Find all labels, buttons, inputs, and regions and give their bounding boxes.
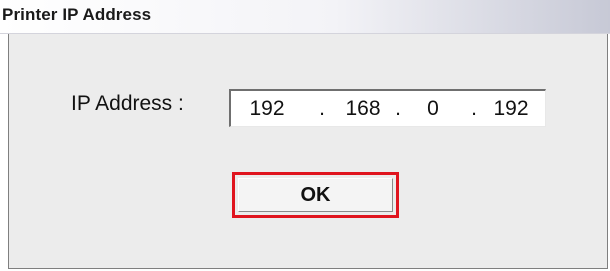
ip-separator-1: . bbox=[319, 97, 325, 120]
ip-octet-4[interactable]: 192 bbox=[489, 97, 533, 121]
ip-address-label: IP Address : bbox=[71, 92, 184, 115]
ok-button[interactable]: OK bbox=[238, 178, 393, 212]
ip-octet-3[interactable]: 0 bbox=[411, 97, 455, 121]
ip-octet-1[interactable]: 192 bbox=[245, 97, 289, 121]
ip-separator-3: . bbox=[471, 97, 477, 120]
window-title: Printer IP Address bbox=[2, 5, 152, 24]
dialog-body: IP Address : 192 . 168 . 0 . 192 OK bbox=[8, 34, 608, 269]
ip-octet-2[interactable]: 168 bbox=[341, 97, 385, 121]
ip-address-field[interactable]: 192 . 168 . 0 . 192 bbox=[229, 89, 546, 127]
printer-ip-dialog: Printer IP Address IP Address : 192 . 16… bbox=[0, 0, 610, 271]
title-bar[interactable]: Printer IP Address bbox=[0, 0, 610, 34]
ok-button-highlight: OK bbox=[232, 172, 399, 218]
ip-separator-2: . bbox=[395, 97, 401, 120]
